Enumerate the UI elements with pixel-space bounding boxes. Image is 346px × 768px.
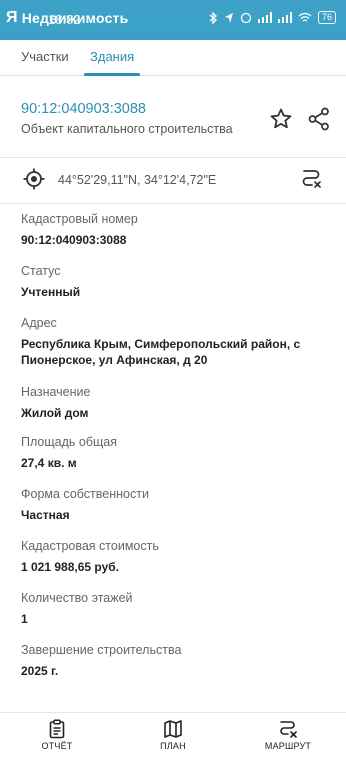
field-area: Площадь общая 27,4 кв. м	[21, 435, 331, 471]
field-label: Статус	[21, 264, 61, 278]
report-label: ОТЧЁТ	[41, 741, 73, 751]
field-label: Назначение	[21, 385, 91, 399]
cadastral-number-link[interactable]: 90:12:040903:3088	[21, 101, 146, 117]
crosshair-icon[interactable]	[23, 168, 45, 190]
field-cadastral-number: Кадастровый номер 90:12:040903:3088	[21, 212, 331, 248]
field-construction-end: Завершение строительства 2025 г.	[21, 643, 331, 679]
field-value: 1 021 988,65 руб.	[21, 560, 119, 574]
route-label: МАРШРУТ	[264, 741, 312, 751]
object-type: Объект капитального строительства	[21, 122, 233, 136]
bottom-navigation: ОТЧЁТ ПЛАН МАРШРУТ	[0, 712, 346, 768]
signal-icon	[257, 12, 272, 23]
share-icon[interactable]	[308, 107, 330, 131]
route-icon[interactable]	[300, 168, 322, 190]
field-address: Адрес Республика Крым, Симферопольский р…	[21, 316, 331, 368]
field-label: Количество этажей	[21, 591, 133, 605]
report-icon	[49, 719, 65, 739]
field-value: Жилой дом	[21, 406, 89, 420]
field-value: 90:12:040903:3088	[21, 233, 127, 247]
field-value: 27,4 кв. м	[21, 456, 77, 470]
bluetooth-icon	[209, 11, 217, 24]
tab-plots[interactable]: Участки	[21, 49, 69, 64]
coordinates-row: 44°52'29,11"N, 34°12'4,72"E	[0, 158, 346, 203]
status-bar: Я Недвижимость 18:02 76	[0, 0, 346, 40]
field-value: Учтенный	[21, 285, 81, 299]
clock: 18:02	[48, 12, 81, 27]
object-header: 90:12:040903:3088 Объект капитального ст…	[0, 95, 346, 157]
field-label: Кадастровая стоимость	[21, 539, 159, 553]
field-value: 2025 г.	[21, 664, 59, 678]
alarm-icon	[240, 12, 252, 23]
field-ownership: Форма собственности Частная	[21, 487, 331, 523]
app-logo: Я	[6, 9, 18, 26]
divider	[0, 203, 346, 204]
plan-label: ПЛАН	[160, 741, 186, 751]
field-label: Кадастровый номер	[21, 212, 138, 226]
field-floors: Количество этажей 1	[21, 591, 331, 627]
field-label: Адрес	[21, 316, 57, 330]
field-value: Частная	[21, 508, 70, 522]
system-icons: 76	[208, 11, 336, 24]
field-value: Республика Крым, Симферопольский район, …	[21, 337, 301, 367]
field-label: Завершение строительства	[21, 643, 182, 657]
coordinates-text: 44°52'29,11"N, 34°12'4,72"E	[58, 173, 217, 187]
tab-bar: Участки Здания	[0, 40, 346, 76]
route-icon	[280, 721, 297, 738]
field-value: 1	[21, 612, 28, 626]
signal-icon-2	[277, 12, 292, 23]
field-cadastral-value: Кадастровая стоимость 1 021 988,65 руб.	[21, 539, 331, 575]
star-outline-icon[interactable]	[269, 107, 293, 131]
field-label: Площадь общая	[21, 435, 118, 449]
active-tab-indicator	[84, 73, 140, 76]
field-purpose: Назначение Жилой дом	[21, 385, 331, 421]
field-label: Форма собственности	[21, 487, 149, 501]
location-icon	[224, 12, 233, 23]
field-status: Статус Учтенный	[21, 264, 331, 300]
route-button[interactable]: МАРШРУТ	[248, 713, 328, 768]
tab-buildings[interactable]: Здания	[90, 49, 134, 64]
wifi-icon	[298, 12, 312, 22]
map-icon	[164, 720, 182, 738]
battery-indicator: 76	[317, 11, 336, 24]
report-button[interactable]: ОТЧЁТ	[17, 713, 97, 768]
plan-button[interactable]: ПЛАН	[133, 713, 213, 768]
